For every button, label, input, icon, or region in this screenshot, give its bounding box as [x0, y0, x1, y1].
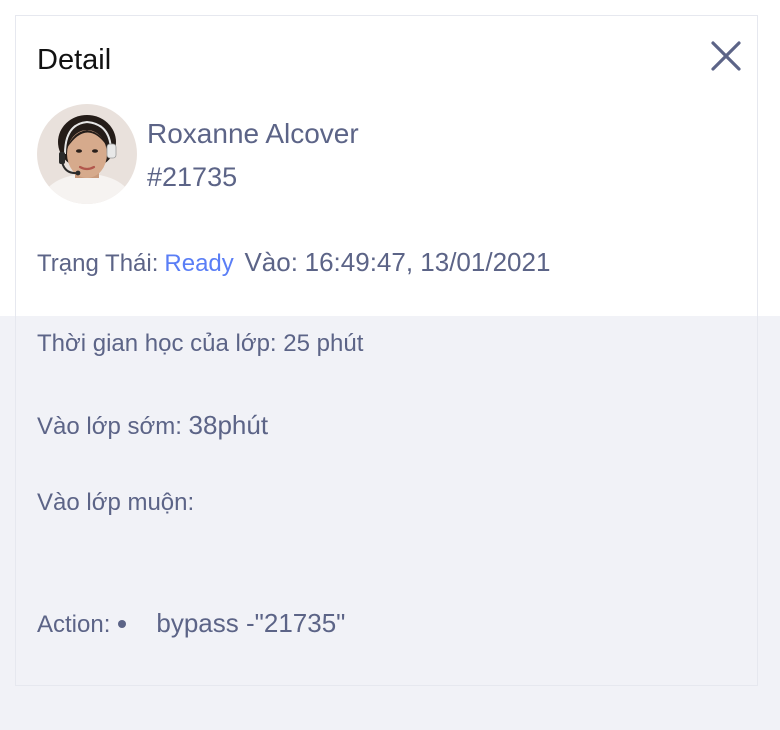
user-name: Roxanne Alcover	[147, 118, 359, 149]
bullet-icon	[118, 619, 127, 628]
close-button[interactable]	[710, 40, 742, 72]
close-icon	[711, 41, 741, 71]
avatar-photo	[37, 104, 137, 204]
early-label: Vào lớp sớm:	[37, 413, 182, 440]
class-time-label: Thời gian học của lớp:	[37, 330, 277, 357]
early-value: 38phút	[188, 410, 269, 440]
action-label: Action:	[37, 611, 111, 638]
late-row: Vào lớp muộn:	[37, 487, 194, 519]
entry-label: Vào:	[244, 247, 298, 277]
user-id: #21735	[147, 162, 238, 192]
detail-panel: Detail Roxanne Alcover #21735 Trạng Thái…	[15, 15, 758, 686]
status-badge: Ready	[164, 250, 234, 277]
class-time-value: 25 phút	[283, 330, 364, 357]
status-row: Trạng Thái: Ready Vào: 16:49:47, 13/01/20…	[37, 246, 550, 280]
class-time-row: Thời gian học của lớp: 25 phút	[37, 328, 363, 360]
late-label: Vào lớp muộn:	[37, 489, 195, 516]
entry-time: 16:49:47, 13/01/2021	[304, 247, 551, 277]
action-value: bypass -"21735"	[156, 608, 346, 638]
avatar	[37, 104, 137, 204]
page-title: Detail	[37, 44, 112, 76]
early-row: Vào lớp sớm: 38phút	[37, 409, 268, 443]
action-row: Action: bypass -"21735"	[37, 607, 345, 641]
status-label: Trạng Thái:	[37, 250, 159, 277]
